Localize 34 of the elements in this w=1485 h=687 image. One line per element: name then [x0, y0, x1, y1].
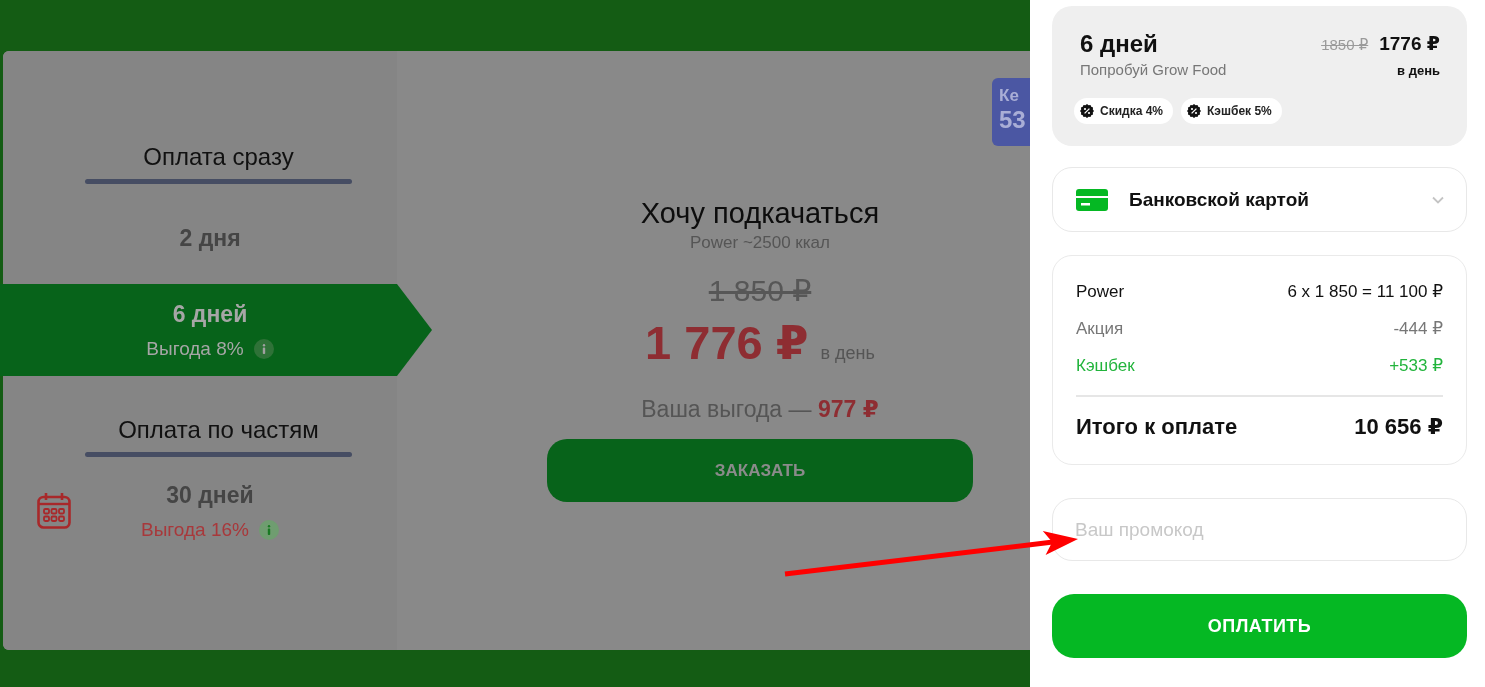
group-title: Оплата сразу — [143, 143, 294, 171]
line-item-label: Акция — [1076, 318, 1124, 340]
summary-subtitle: Попробуй Grow Food — [1080, 61, 1227, 79]
badge-label: Ке — [999, 86, 1019, 106]
order-button[interactable]: ЗАКАЗАТЬ — [547, 439, 973, 502]
pay-button[interactable]: ОПЛАТИТЬ — [1052, 594, 1467, 658]
summary-price-unit: в день — [1397, 62, 1440, 80]
info-icon — [258, 519, 279, 540]
credit-card-icon — [1076, 188, 1108, 211]
plan-title: Хочу подкачаться — [640, 196, 880, 230]
price: 1 776 ₽ — [645, 315, 809, 371]
line-item-label: Кэшбек — [1076, 355, 1135, 377]
info-icon — [253, 338, 274, 359]
line-item-value: 6 x 1 850 = 11 100 ₽ — [1287, 281, 1443, 303]
badge-value: 53 — [999, 106, 1026, 134]
summary-price: 1776 ₽ — [1379, 32, 1440, 56]
duration-option[interactable]: 30 дней Выгода 16% — [3, 465, 397, 557]
duration-option[interactable]: 6 дней Выгода 8% — [0, 284, 432, 376]
summary-title: 6 дней — [1080, 30, 1159, 58]
total-value: 10 656 ₽ — [1354, 413, 1443, 441]
chevron-down-icon — [1432, 195, 1444, 204]
line-item-value: +533 ₽ — [1389, 355, 1443, 377]
line-item-label: Power — [1076, 281, 1125, 303]
discount-badge-icon — [1187, 104, 1202, 118]
summary-old-price: 1850 ₽ — [1321, 35, 1369, 55]
discount-badge-icon — [1080, 104, 1094, 118]
payment-method-select[interactable]: Банковской картой — [1052, 167, 1467, 232]
line-item-value: -444 ₽ — [1393, 318, 1443, 340]
chip-label: Скидка 4% — [1100, 104, 1164, 118]
total-label: Итого к оплате — [1076, 413, 1238, 441]
duration-option[interactable]: 2 дня — [3, 192, 397, 284]
calendar-icon — [37, 493, 71, 529]
group-title: Оплата по частям — [118, 416, 319, 444]
chip-label: Кэшбек 5% — [1207, 104, 1272, 118]
